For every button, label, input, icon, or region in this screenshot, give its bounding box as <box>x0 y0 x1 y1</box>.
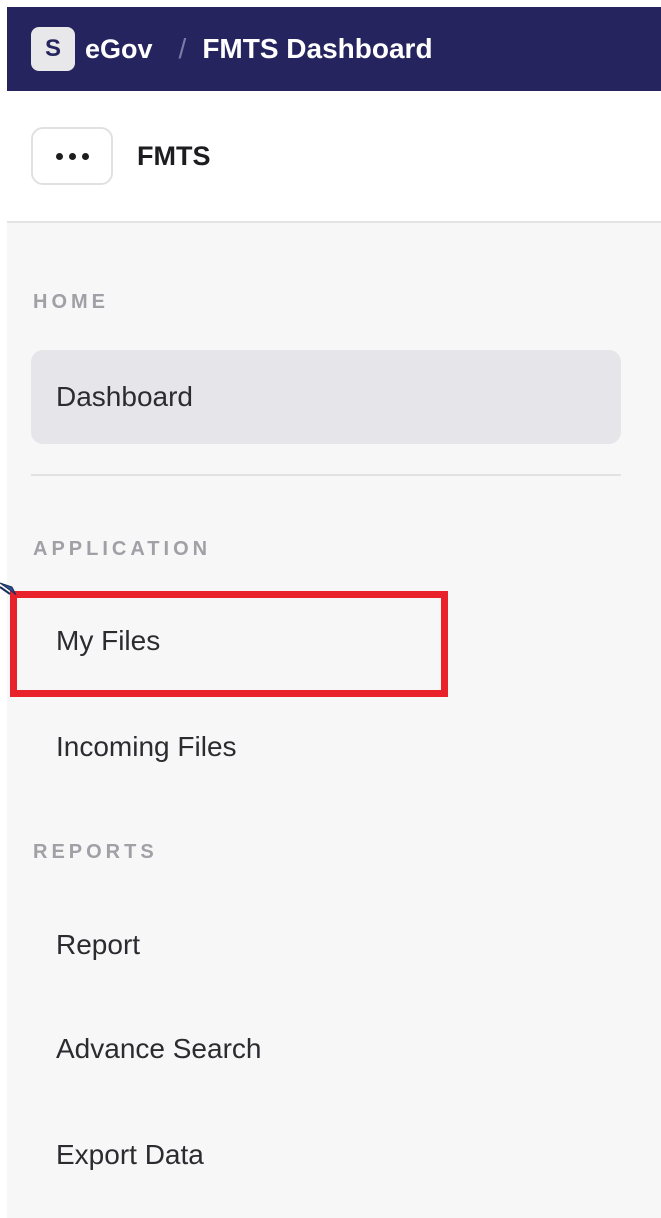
top-navbar: S eGov / FMTS Dashboard <box>7 7 661 91</box>
sidebar-item-incoming-files[interactable]: Incoming Files <box>31 700 621 794</box>
more-options-button[interactable] <box>31 127 113 185</box>
logo-letter: S <box>44 35 61 62</box>
sidebar-item-label: Dashboard <box>56 381 193 412</box>
sidebar-item-report[interactable]: Report <box>31 898 621 992</box>
section-label-reports: REPORTS <box>33 841 158 863</box>
app-logo[interactable]: S <box>31 27 75 71</box>
sidebar-item-label: My Files <box>56 625 161 656</box>
sidebar-item-label: Report <box>56 929 141 960</box>
sidebar-item-my-files[interactable]: My Files <box>31 594 621 688</box>
app-name: FMTS <box>137 140 211 171</box>
section-label-home: HOME <box>33 291 109 313</box>
sidebar-item-dashboard[interactable]: Dashboard <box>31 350 621 444</box>
section-label-application: APPLICATION <box>33 538 212 560</box>
app-header: FMTS <box>7 91 661 223</box>
sidebar-item-label: Export Data <box>56 1139 204 1170</box>
breadcrumb-separator: / <box>178 33 187 64</box>
sidebar-item-export-data[interactable]: Export Data <box>31 1108 621 1202</box>
more-horizontal-icon <box>55 152 63 160</box>
sidebar-item-label: Advance Search <box>56 1033 262 1064</box>
brand-name[interactable]: eGov <box>85 34 153 65</box>
page: S eGov / FMTS Dashboard FMTS HOME Dashbo… <box>0 0 661 1218</box>
page-title[interactable]: FMTS Dashboard <box>202 33 432 65</box>
more-horizontal-icon-dot <box>81 152 89 160</box>
sidebar-item-label: Incoming Files <box>56 731 237 762</box>
more-horizontal-icon-dot <box>68 152 76 160</box>
sidebar: HOME Dashboard APPLICATION My Files Inco… <box>7 223 661 1218</box>
sidebar-item-advance-search[interactable]: Advance Search <box>31 1002 621 1096</box>
sidebar-divider <box>31 474 621 476</box>
